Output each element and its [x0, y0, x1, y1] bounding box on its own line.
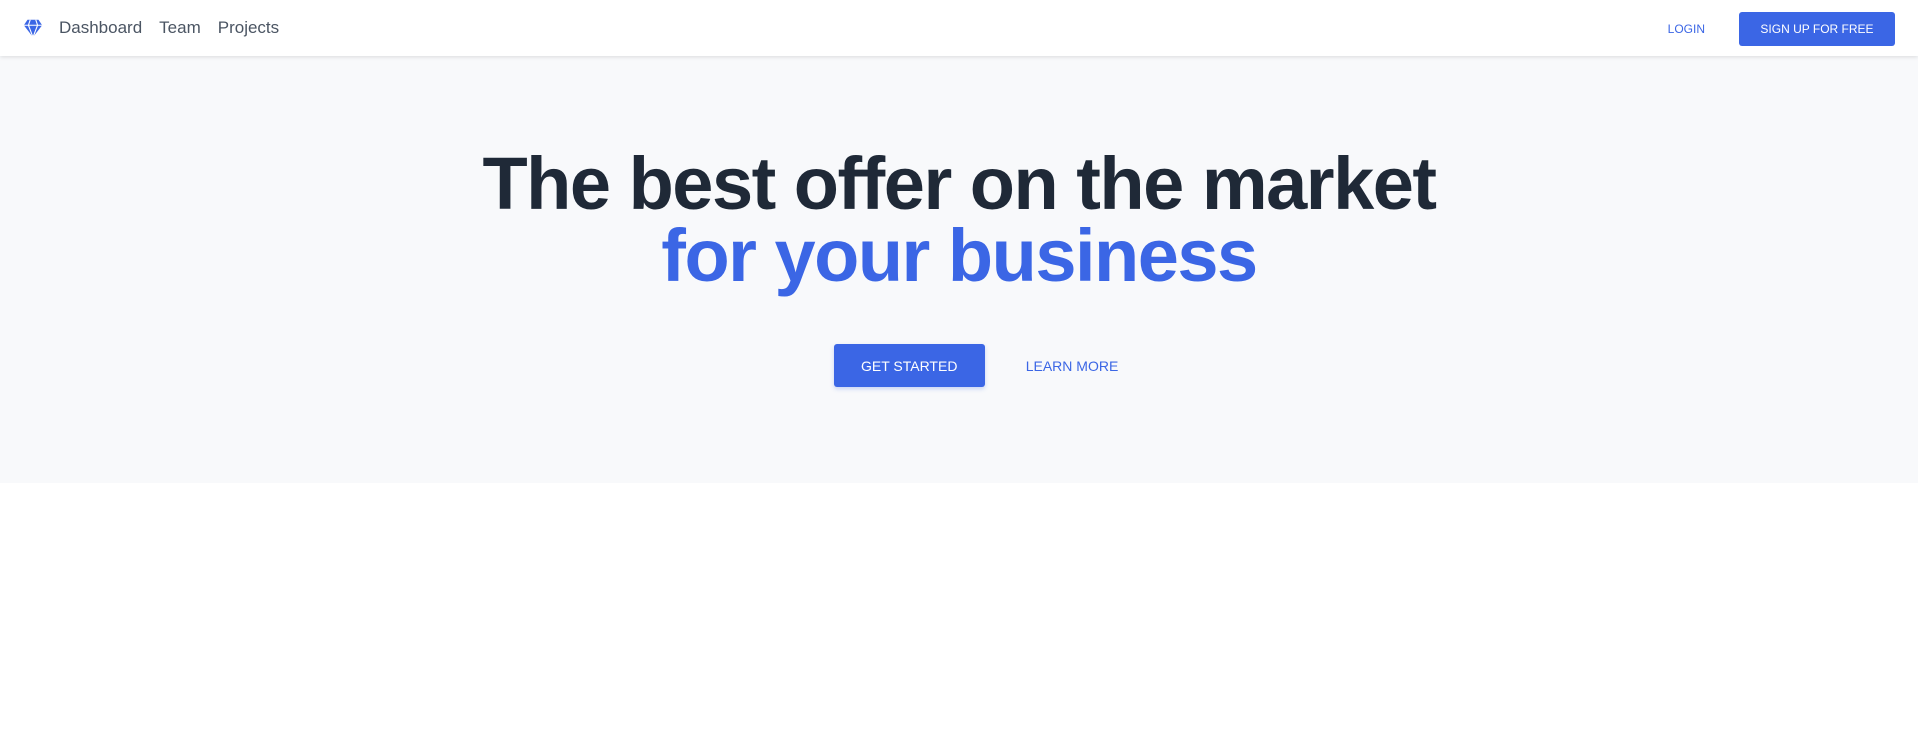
hero-title: The best offer on the market for your bu… — [0, 142, 1918, 297]
get-started-button[interactable]: GET STARTED — [833, 344, 985, 387]
nav-actions: LOGIN SIGN UP FOR FREE — [1668, 12, 1895, 46]
hero-section: The best offer on the market for your bu… — [0, 56, 1918, 483]
nav-link-dashboard[interactable]: Dashboard — [59, 18, 142, 38]
signup-button[interactable]: SIGN UP FOR FREE — [1739, 12, 1895, 46]
diamond-icon[interactable] — [22, 17, 44, 39]
hero-title-line2: for your business — [661, 214, 1258, 297]
login-link[interactable]: LOGIN — [1668, 22, 1705, 36]
hero-actions: GET STARTED LEARN MORE — [0, 344, 1918, 387]
nav-links: Dashboard Team Projects — [59, 0, 279, 56]
hero-title-line1: The best offer on the market — [482, 142, 1437, 225]
nav-link-projects[interactable]: Projects — [218, 18, 279, 38]
navbar: Dashboard Team Projects LOGIN SIGN UP FO… — [0, 0, 1918, 56]
nav-link-team[interactable]: Team — [159, 18, 201, 38]
learn-more-link[interactable]: LEARN MORE — [1026, 358, 1119, 374]
